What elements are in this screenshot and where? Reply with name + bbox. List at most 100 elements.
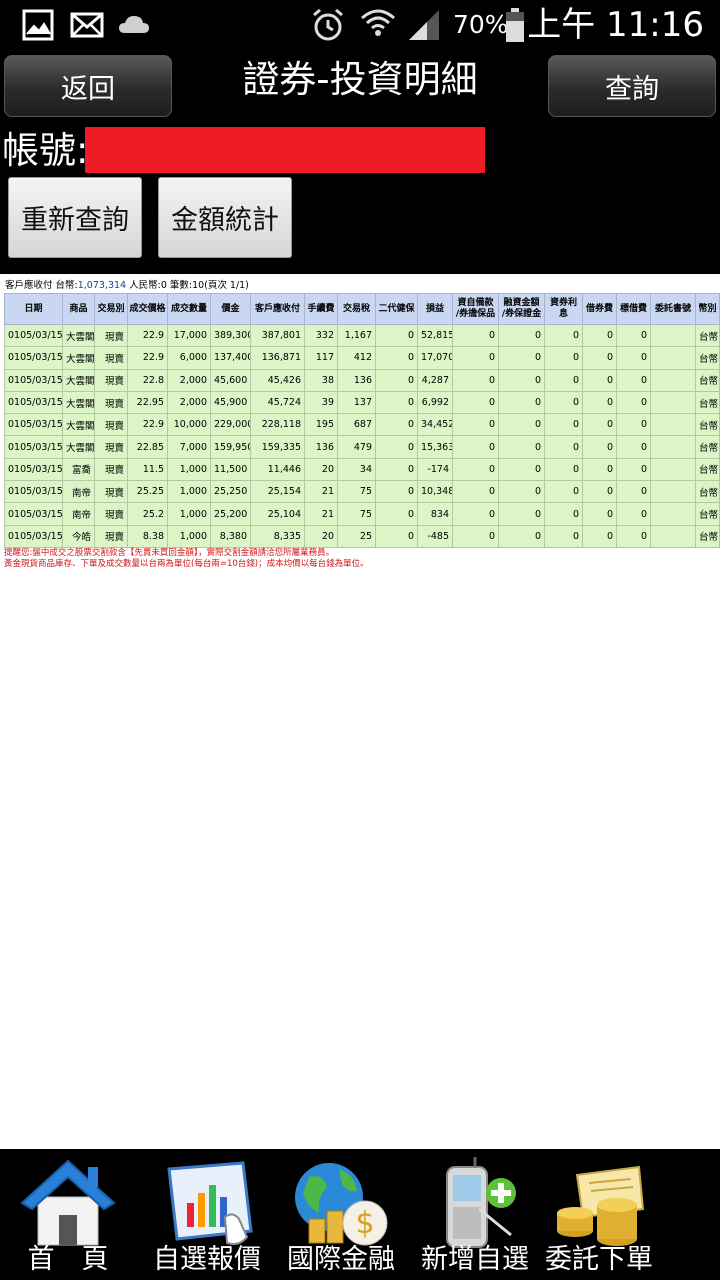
table-cell: 0	[616, 390, 651, 415]
nav-add-watchlist[interactable]: 新增自選	[409, 1149, 541, 1280]
table-cell: 21	[304, 502, 338, 526]
nav-label: 國際金融	[287, 1244, 395, 1275]
table-cell: 0	[582, 346, 617, 370]
table-cell: 0	[452, 502, 499, 526]
cell-trade-type: 現賣	[94, 502, 128, 526]
table-cell: 45,900	[210, 390, 251, 415]
table-header-row: 日期 商品 交易別 成交價格 成交數量 價金 客戶應收付 手續費 交易稅 二代健保 損益 資自備款 /…	[4, 293, 720, 325]
cell-trade-type: 現賣	[94, 390, 128, 415]
page-title: 證券-投資明細	[242, 58, 478, 101]
table-cell: 39	[304, 390, 338, 415]
investment-detail-table: 日期 商品 交易別 成交價格 成交數量 價金 客戶應收付 手續費 交易稅 二代健保 損益 資自備款 /…	[4, 293, 720, 548]
table-cell: 0	[582, 457, 617, 482]
cell-product[interactable]: 南帝	[62, 480, 95, 504]
column-header: 商品	[62, 293, 95, 325]
cell-date: 0105/03/15	[4, 323, 63, 348]
table-cell: 0	[375, 435, 418, 459]
table-cell: 687	[337, 413, 376, 437]
column-header: 資券利息	[544, 293, 583, 325]
cell-order-number-redacted	[650, 502, 696, 526]
column-header: 借券費	[582, 293, 617, 325]
cell-currency: 台幣	[695, 457, 720, 482]
table-cell: 0	[616, 524, 651, 548]
table-cell: 0	[452, 368, 499, 392]
nav-place-order[interactable]: 委託下單	[533, 1149, 665, 1280]
account-label: 帳號:	[2, 129, 89, 172]
table-cell: 0	[498, 524, 545, 548]
table-cell: 0	[544, 323, 583, 348]
table-cell: 0	[616, 502, 651, 526]
table-cell: 0	[616, 413, 651, 437]
table-row: 0105/03/15 大雲閣 現賣 22.85 7,000 159,950 159,335 1…	[4, 435, 720, 459]
table-cell: 15,363	[417, 435, 453, 459]
table-cell: 0	[616, 368, 651, 392]
nav-label: 委託下單	[545, 1244, 653, 1275]
cell-product[interactable]: 南帝	[62, 502, 95, 526]
nav-home[interactable]: 首 頁	[2, 1149, 134, 1280]
table-cell: 34	[337, 457, 376, 482]
table-cell: 11,500	[210, 457, 251, 482]
cell-product[interactable]: 大雲閣	[62, 413, 95, 437]
table-cell: 0	[544, 435, 583, 459]
table-row: 0105/03/15 富喬 現賣 11.5 1,000 11,500 11,446 20 34 0…	[4, 457, 720, 482]
nav-label: 自選報價	[153, 1244, 261, 1275]
table-cell: 229,000	[210, 413, 251, 437]
table-cell: 137	[337, 390, 376, 415]
summary-prefix: 客戶應收付 台幣:	[5, 280, 78, 291]
cell-product[interactable]: 今皓	[62, 524, 95, 548]
table-cell: 0	[544, 368, 583, 392]
clock: 上午 11:16	[527, 5, 704, 45]
table-cell: 1,000	[167, 524, 211, 548]
cell-product[interactable]: 大雲閣	[62, 390, 95, 415]
table-cell: 20	[304, 457, 338, 482]
cell-order-number-redacted	[650, 524, 696, 548]
watchlist-quote-icon	[167, 1161, 253, 1246]
column-header: 成交價格	[127, 293, 168, 325]
table-cell: 2,000	[167, 368, 211, 392]
cell-product[interactable]: 大雲閣	[62, 368, 95, 392]
table-cell: 479	[337, 435, 376, 459]
table-cell: 0	[544, 480, 583, 504]
table-cell: 834	[417, 502, 453, 526]
cell-trade-type: 現賣	[94, 323, 128, 348]
bottom-nav: 首 頁 自選報價 $ 國際金融 新增自選 委託下單	[0, 1149, 720, 1280]
query-button[interactable]: 查詢	[548, 55, 716, 117]
cell-currency: 台幣	[695, 502, 720, 526]
column-header: 資自備款 /券擔保品	[452, 293, 499, 325]
summary-twd-amount: 1,073,314	[77, 280, 127, 291]
table-cell: 0	[452, 413, 499, 437]
cell-trade-type: 現賣	[94, 413, 128, 437]
table-cell: 389,300	[210, 323, 251, 348]
column-header: 交易別	[94, 293, 128, 325]
cell-product[interactable]: 大雲閣	[62, 346, 95, 370]
table-cell: 25,250	[210, 480, 251, 504]
nav-watchlist-quote[interactable]: 自選報價	[141, 1149, 273, 1280]
table-cell: 0	[452, 457, 499, 482]
table-cell: 25,154	[250, 480, 305, 504]
table-cell: 0	[582, 480, 617, 504]
column-header: 價金	[210, 293, 251, 325]
cell-product[interactable]: 大雲閣	[62, 323, 95, 348]
table-cell: 0	[544, 413, 583, 437]
back-button[interactable]: 返回	[4, 55, 172, 117]
cell-order-number-redacted	[650, 323, 696, 348]
column-header: 二代健保	[375, 293, 418, 325]
table-cell: 7,000	[167, 435, 211, 459]
nav-global-finance[interactable]: $ 國際金融	[275, 1149, 407, 1280]
table-cell: 136,871	[250, 346, 305, 370]
table-cell: 21	[304, 480, 338, 504]
cell-currency: 台幣	[695, 323, 720, 348]
requery-button[interactable]: 重新查詢	[8, 177, 142, 258]
table-cell: 0	[375, 502, 418, 526]
svg-text:$: $	[355, 1206, 374, 1241]
gold-coins-order-icon	[557, 1165, 645, 1246]
table-cell: -485	[417, 524, 453, 548]
table-cell: 0	[452, 390, 499, 415]
table-cell: 0	[498, 368, 545, 392]
cell-currency: 台幣	[695, 435, 720, 459]
amount-stats-button[interactable]: 金額統計	[158, 177, 292, 258]
table-cell: 45,724	[250, 390, 305, 415]
cell-product[interactable]: 富喬	[62, 457, 95, 482]
cell-product[interactable]: 大雲閣	[62, 435, 95, 459]
cell-order-number-redacted	[650, 346, 696, 370]
